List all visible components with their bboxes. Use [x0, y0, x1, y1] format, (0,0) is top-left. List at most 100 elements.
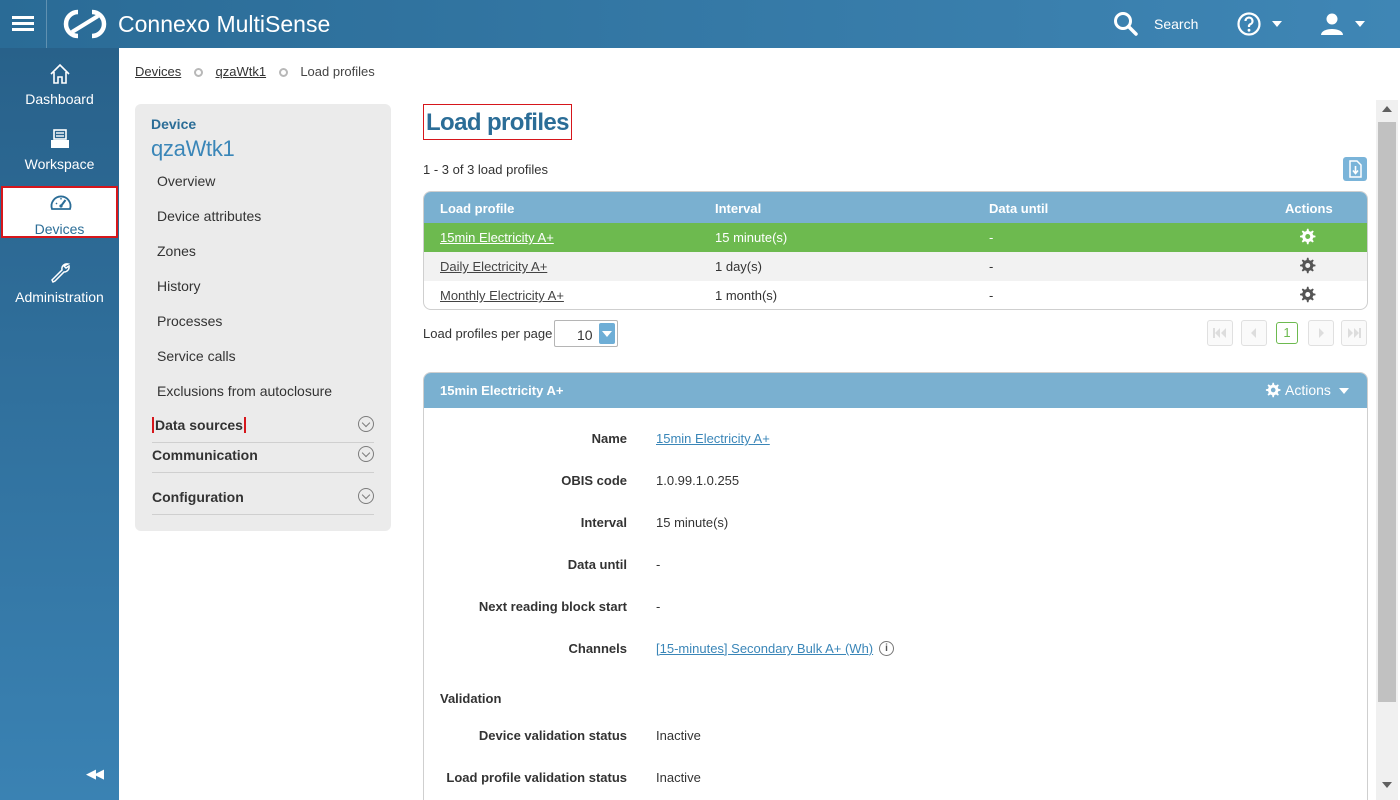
scroll-down-icon[interactable]: [1382, 782, 1392, 788]
next-page-icon: [1319, 328, 1324, 338]
breadcrumb-device[interactable]: qzaWtk1: [216, 64, 267, 79]
grid-count: 1 - 3 of 3 load profiles: [423, 162, 549, 177]
chevron-down-icon: [358, 488, 374, 504]
side-menu-device-attributes[interactable]: Device attributes: [157, 207, 377, 242]
home-icon: [50, 63, 70, 84]
scrollbar-thumb[interactable]: [1378, 122, 1396, 702]
scroll-up-icon[interactable]: [1382, 106, 1392, 112]
side-menu-section-configuration[interactable]: Configuration: [152, 485, 374, 515]
side-menu-section-data-sources[interactable]: Data sources: [152, 413, 374, 443]
download-icon: [1349, 160, 1362, 178]
load-profiles-grid: Load profile Interval Data until Actions…: [423, 191, 1368, 310]
export-button[interactable]: [1343, 157, 1367, 181]
validation-heading: Validation: [440, 691, 502, 706]
load-profile-detail-panel: 15min Electricity A+ Actions Name 15min …: [423, 372, 1368, 800]
top-bar: Connexo MultiSense Search: [0, 0, 1400, 48]
side-menu-links: Overview Device attributes Zones History…: [157, 172, 377, 417]
interval-cell: 1 month(s): [715, 288, 778, 303]
column-header-interval[interactable]: Interval: [715, 201, 761, 216]
chevron-down-icon: [358, 416, 374, 432]
nav-item-dashboard[interactable]: Dashboard: [0, 58, 119, 114]
chevron-down-icon: [1339, 388, 1349, 394]
section-label: Configuration: [152, 489, 244, 505]
gear-icon[interactable]: [1298, 257, 1316, 275]
next-page-button[interactable]: [1308, 320, 1334, 346]
field-label: OBIS code: [561, 473, 627, 488]
column-header-data-until[interactable]: Data until: [989, 201, 1048, 216]
field-label: Channels: [568, 641, 627, 656]
side-menu-processes[interactable]: Processes: [157, 312, 377, 347]
field-label: Name: [591, 431, 627, 446]
device-validation-status-value: Inactive: [656, 728, 701, 743]
last-page-icon: [1348, 328, 1361, 338]
profile-validation-status-value: Inactive: [656, 770, 701, 785]
previous-page-button[interactable]: [1241, 320, 1267, 346]
side-menu-history[interactable]: History: [157, 277, 377, 312]
nav-label: Workspace: [24, 156, 95, 172]
nav-label: Administration: [15, 289, 104, 305]
field-label: Next reading block start: [478, 599, 627, 614]
field-label: Load profile validation status: [446, 770, 627, 785]
info-icon[interactable]: i: [879, 641, 894, 656]
breadcrumb-current: Load profiles: [300, 64, 375, 79]
page-scrollbar[interactable]: [1376, 100, 1398, 800]
side-menu-service-calls[interactable]: Service calls: [157, 347, 377, 382]
chevron-down-icon: [358, 446, 374, 462]
chevron-down-icon: [1272, 21, 1282, 27]
help-icon: [1237, 12, 1261, 36]
help-menu-button[interactable]: [1236, 10, 1288, 38]
detail-title: 15min Electricity A+: [440, 383, 564, 398]
current-page-indicator[interactable]: 1: [1276, 322, 1298, 344]
side-menu-section-communication[interactable]: Communication: [152, 443, 374, 473]
table-row[interactable]: Monthly Electricity A+ 1 month(s) -: [424, 281, 1367, 309]
column-header-load-profile[interactable]: Load profile: [440, 201, 514, 216]
side-menu-overview[interactable]: Overview: [157, 172, 377, 207]
breadcrumb-separator-icon: [278, 68, 288, 77]
interval-cell: 1 day(s): [715, 259, 762, 274]
breadcrumb: Devices qzaWtk1 Load profiles: [135, 64, 375, 79]
section-label: Communication: [152, 447, 258, 463]
gear-icon: [1265, 382, 1281, 398]
table-row[interactable]: 15min Electricity A+ 15 minute(s) -: [424, 223, 1367, 252]
detail-actions-button[interactable]: Actions: [1264, 381, 1354, 401]
breadcrumb-separator-icon: [193, 68, 203, 77]
load-profile-link[interactable]: Monthly Electricity A+: [440, 288, 564, 303]
name-link[interactable]: 15min Electricity A+: [656, 431, 770, 446]
detail-header: 15min Electricity A+ Actions: [424, 373, 1367, 408]
user-menu-button[interactable]: [1318, 10, 1370, 38]
chevron-down-icon[interactable]: [599, 323, 615, 344]
app-title: Connexo MultiSense: [118, 11, 331, 37]
nav-item-workspace[interactable]: Workspace: [0, 123, 119, 179]
load-profile-link[interactable]: Daily Electricity A+: [440, 259, 547, 274]
per-page-select[interactable]: 10: [554, 320, 618, 347]
last-page-button[interactable]: [1341, 320, 1367, 346]
channel-link[interactable]: [15-minutes] Secondary Bulk A+ (Wh): [656, 641, 873, 656]
user-icon: [1321, 13, 1343, 35]
breadcrumb-devices[interactable]: Devices: [135, 64, 181, 79]
nav-item-devices[interactable]: Devices: [1, 186, 118, 238]
side-menu-exclusions[interactable]: Exclusions from autoclosure: [157, 382, 377, 417]
menu-toggle-button[interactable]: [0, 0, 47, 48]
gear-icon[interactable]: [1298, 286, 1316, 304]
side-menu-zones[interactable]: Zones: [157, 242, 377, 277]
data-until-cell: -: [989, 288, 994, 303]
device-side-menu: Device qzaWtk1 Overview Device attribute…: [135, 104, 391, 531]
connexo-logo: [63, 9, 107, 39]
first-page-button[interactable]: [1207, 320, 1233, 346]
first-page-icon: [1213, 328, 1226, 338]
chevron-down-icon: [1355, 21, 1365, 27]
per-page-label: Load profiles per page: [423, 326, 553, 341]
inbox-icon: [51, 129, 69, 148]
field-label: Data until: [567, 557, 627, 572]
load-profile-link[interactable]: 15min Electricity A+: [440, 230, 554, 245]
nav-item-administration[interactable]: Administration: [0, 256, 119, 312]
field-label: Interval: [580, 515, 627, 530]
hamburger-icon: [12, 16, 34, 19]
table-row[interactable]: Daily Electricity A+ 1 day(s) -: [424, 252, 1367, 281]
column-header-actions: Actions: [1285, 201, 1333, 216]
data-until-cell: -: [989, 230, 994, 245]
nav-label: Devices: [34, 221, 85, 237]
collapse-nav-button[interactable]: ◀◀: [86, 766, 104, 782]
section-label: Data sources: [152, 417, 246, 433]
gear-icon[interactable]: [1298, 228, 1316, 246]
